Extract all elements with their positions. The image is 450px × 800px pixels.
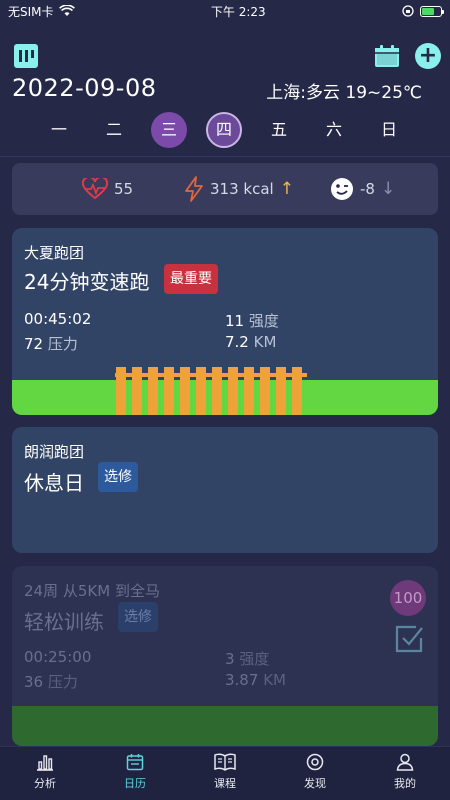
tab-profile[interactable]: 我的 — [375, 753, 435, 791]
heart-rate-value: 55 — [114, 180, 134, 198]
trend-up-icon: ↑ — [279, 179, 294, 199]
intensity-label: 强度 — [248, 312, 279, 330]
intensity-value: 11 — [225, 312, 245, 330]
tab-calendar[interactable]: 日历 — [105, 753, 165, 791]
profile-icon — [396, 753, 414, 771]
divider — [0, 156, 450, 157]
weather-info: 上海:多云 19~25℃ — [266, 83, 422, 103]
distance-value: 3.87 — [225, 671, 259, 689]
calendar-icon — [126, 754, 144, 771]
pressure-value: 36 — [24, 673, 44, 691]
intensity-metric: 3 强度 — [225, 648, 269, 669]
completed-check-icon[interactable] — [394, 624, 424, 654]
week-selector: 一 二 三 四 五 六 日 — [0, 112, 450, 148]
board-icon[interactable] — [14, 44, 38, 68]
card-team-name: 24周 从5KM 到全马 — [24, 582, 160, 600]
pressure-label: 压力 — [47, 335, 78, 353]
status-bar: 无SIM卡 下午 2:23 — [0, 0, 450, 22]
interval-fence-graphic — [115, 367, 307, 415]
bottom-tab-bar: 分析 日历 课程 发现 我的 — [0, 746, 450, 800]
weekday-thu[interactable]: 四 — [206, 112, 242, 148]
calendar-icon[interactable] — [374, 44, 400, 68]
add-button[interactable]: + — [415, 43, 441, 69]
elective-tag: 选修 — [118, 602, 158, 632]
tab-label: 发现 — [304, 777, 326, 790]
intensity-metric: 11 强度 — [225, 310, 279, 331]
tab-label: 分析 — [34, 777, 56, 790]
calories-stat: 313 kcal ↑ — [184, 163, 294, 215]
score-badge: 100 — [390, 580, 426, 616]
distance-metric: 3.87 KM — [225, 671, 286, 689]
tab-discover[interactable]: 发现 — [285, 753, 345, 791]
card-title: 休息日 — [24, 471, 84, 495]
calories-value: 313 kcal — [210, 180, 274, 198]
card-title: 24分钟变速跑 — [24, 270, 150, 294]
weekday-wed[interactable]: 三 — [151, 112, 187, 148]
card-title: 轻松训练 — [24, 610, 104, 634]
tab-label: 日历 — [124, 777, 146, 790]
weekday-tue[interactable]: 二 — [96, 112, 132, 148]
orientation-lock-icon — [402, 5, 414, 17]
pressure-metric: 36 压力 — [24, 671, 78, 692]
completed-workout-card[interactable]: 24周 从5KM 到全马 轻松训练 选修 100 00:25:00 3 强度 3… — [12, 566, 438, 746]
battery-icon — [420, 5, 444, 17]
current-date[interactable]: 2022-09-08 — [12, 74, 156, 102]
trend-down-icon: ↓ — [380, 179, 396, 199]
carrier-text: 无SIM卡 — [8, 4, 54, 19]
weekday-mon[interactable]: 一 — [41, 112, 77, 148]
tab-courses[interactable]: 课程 — [195, 753, 255, 791]
mood-face-icon — [331, 178, 353, 200]
elective-tag: 选修 — [98, 462, 138, 492]
distance-unit: KM — [263, 671, 286, 689]
weekday-sun[interactable]: 日 — [371, 112, 407, 148]
workout-card[interactable]: 大夏跑团 24分钟变速跑 最重要 00:45:02 11 强度 72 压力 7.… — [12, 228, 438, 415]
duration-value: 00:25:00 — [24, 648, 92, 666]
pressure-label: 压力 — [47, 673, 78, 691]
priority-tag: 最重要 — [164, 264, 218, 294]
clock-text: 下午 2:23 — [210, 4, 266, 19]
pressure-value: 72 — [24, 335, 44, 353]
tab-analysis[interactable]: 分析 — [15, 753, 75, 791]
card-team-name: 大夏跑团 — [24, 244, 85, 262]
intensity-value: 3 — [225, 650, 235, 668]
energy-icon — [185, 176, 203, 202]
mood-stat: -8 ↓ — [330, 163, 395, 215]
card-team-name: 朗润跑团 — [24, 443, 85, 461]
discover-icon — [306, 753, 324, 771]
distance-unit: KM — [253, 333, 277, 351]
chart-icon — [37, 755, 53, 771]
heart-rate-icon — [82, 178, 108, 200]
weekday-fri[interactable]: 五 — [261, 112, 297, 148]
mood-value: -8 — [360, 180, 375, 198]
book-icon — [214, 753, 236, 771]
duration-value: 00:45:02 — [24, 310, 92, 328]
pressure-metric: 72 压力 — [24, 333, 78, 354]
weekday-sat[interactable]: 六 — [316, 112, 352, 148]
wifi-icon — [58, 5, 75, 16]
tab-label: 课程 — [214, 777, 236, 790]
distance-value: 7.2 — [225, 333, 249, 351]
distance-metric: 7.2 KM — [225, 333, 276, 351]
rest-day-card[interactable]: 朗润跑团 休息日 选修 — [12, 427, 438, 553]
daily-stats-bar: 55 313 kcal ↑ -8 ↓ — [12, 163, 438, 215]
heart-rate-stat: 55 — [82, 163, 133, 215]
field-strip — [12, 706, 438, 746]
intensity-label: 强度 — [239, 650, 270, 668]
tab-label: 我的 — [394, 777, 416, 790]
